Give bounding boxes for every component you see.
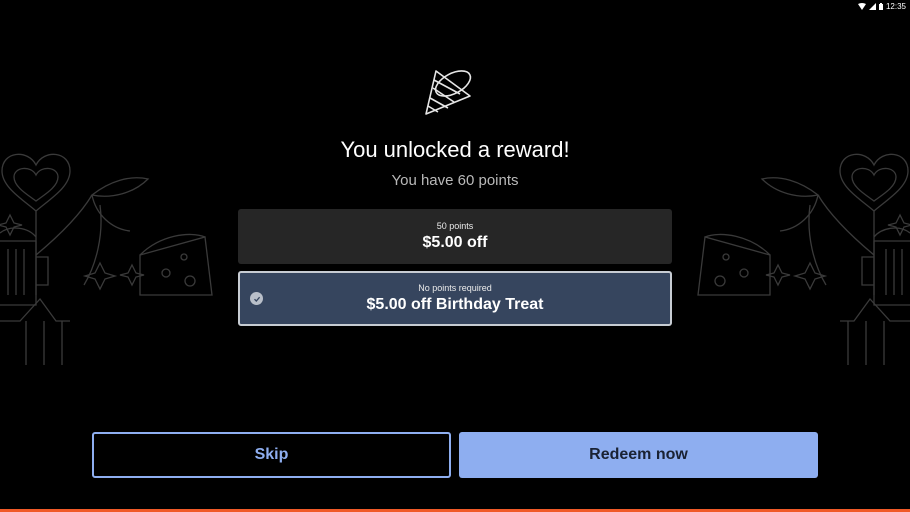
battery-icon <box>878 2 883 10</box>
points-balance: You have 60 points <box>391 172 519 189</box>
page-title: You unlocked a reward! <box>340 137 570 162</box>
check-circle-icon <box>250 292 263 305</box>
reward-title: $5.00 off <box>422 234 488 251</box>
reward-points-label: 50 points <box>436 221 474 231</box>
reward-title: $5.00 off Birthday Treat <box>366 296 544 313</box>
wifi-icon <box>857 2 866 10</box>
status-bar: 12:35 <box>857 0 910 12</box>
reward-option-birthday-treat[interactable]: No points required $5.00 off Birthday Tr… <box>238 271 672 326</box>
status-time: 12:35 <box>885 1 906 11</box>
signal-icon <box>868 2 876 10</box>
party-hat-icon <box>422 68 474 123</box>
reward-points-label: No points required <box>418 283 492 293</box>
reward-option-50-points[interactable]: 50 points $5.00 off <box>238 209 672 264</box>
skip-button[interactable]: Skip <box>92 432 451 478</box>
redeem-now-button[interactable]: Redeem now <box>459 432 818 478</box>
